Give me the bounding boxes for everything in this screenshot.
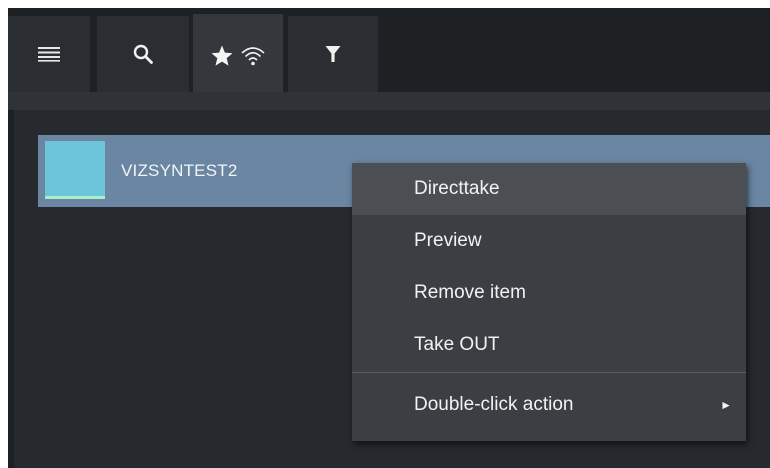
wifi-icon xyxy=(240,45,266,67)
submenu-arrow-icon: ► xyxy=(720,398,732,412)
menu-item-label: Remove item xyxy=(414,282,526,303)
context-menu: Directtake Preview Remove item Take OUT … xyxy=(352,163,746,441)
star-icon xyxy=(210,44,234,68)
search-icon xyxy=(133,44,153,64)
menu-item-label: Directtake xyxy=(414,178,500,199)
search-button[interactable] xyxy=(97,16,189,92)
tab-favorites-live[interactable] xyxy=(193,14,283,98)
toolbar-divider xyxy=(8,92,770,110)
menu-item-preview[interactable]: Preview xyxy=(352,215,746,267)
menu-item-label: Double-click action xyxy=(414,394,574,415)
menu-item-take-out[interactable]: Take OUT xyxy=(352,319,746,371)
menu-item-label: Take OUT xyxy=(414,334,500,355)
toolbar xyxy=(8,8,770,98)
item-label: VIZSYNTEST2 xyxy=(121,161,238,180)
menu-item-directtake[interactable]: Directtake xyxy=(352,163,746,215)
filter-icon xyxy=(325,45,341,63)
thumbnail-progress-bar xyxy=(45,196,105,199)
item-thumbnail xyxy=(45,141,105,199)
hamburger-menu-icon xyxy=(38,46,60,62)
menu-item-label: Preview xyxy=(414,230,482,251)
menu-separator xyxy=(352,372,746,373)
menu-item-remove-item[interactable]: Remove item xyxy=(352,267,746,319)
menu-button[interactable] xyxy=(8,16,90,92)
menu-item-double-click-action[interactable]: Double-click action ► xyxy=(352,379,746,431)
filter-button[interactable] xyxy=(288,16,378,92)
